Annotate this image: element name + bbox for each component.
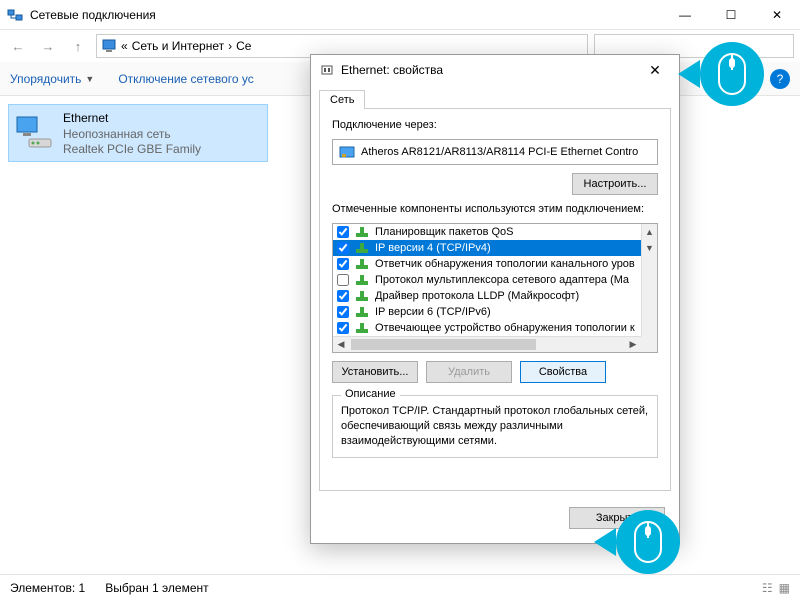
- breadcrumb-sep: ›: [228, 39, 232, 53]
- description-text: Протокол TCP/IP. Стандартный протокол гл…: [341, 404, 649, 449]
- component-label: Отвечающее устройство обнаружения тополо…: [375, 322, 635, 334]
- chevron-down-icon: ▼: [85, 74, 94, 84]
- component-checkbox[interactable]: [337, 290, 349, 302]
- scroll-right-icon[interactable]: ▶: [625, 337, 641, 352]
- protocol-icon: [355, 257, 369, 271]
- protocol-icon: [355, 225, 369, 239]
- component-checkbox[interactable]: [337, 258, 349, 270]
- uninstall-button: Удалить: [426, 361, 512, 383]
- ethernet-properties-dialog: Ethernet: свойства ✕ Сеть Подключение че…: [310, 54, 680, 544]
- component-checkbox[interactable]: [337, 274, 349, 286]
- window-close-button[interactable]: ✕: [754, 0, 800, 30]
- disable-label: Отключение сетевого ус: [118, 72, 253, 86]
- component-row[interactable]: Планировщик пакетов QoS: [333, 224, 641, 240]
- protocol-icon: [355, 273, 369, 287]
- connection-status: Неопознанная сеть: [63, 127, 201, 143]
- components-list[interactable]: Планировщик пакетов QoS IP версии 4 (TCP/…: [332, 223, 658, 353]
- dialog-titlebar: Ethernet: свойства ✕: [311, 55, 679, 85]
- configure-button[interactable]: Настроить...: [572, 173, 658, 195]
- minimize-button[interactable]: —: [662, 0, 708, 30]
- view-large-icon[interactable]: ▦: [779, 581, 790, 595]
- nav-forward-button[interactable]: →: [36, 34, 60, 58]
- component-row[interactable]: IP версии 6 (TCP/IPv6): [333, 304, 641, 320]
- window-title: Сетевые подключения: [30, 8, 662, 22]
- scroll-left-icon[interactable]: ◀: [333, 337, 349, 352]
- scroll-thumb[interactable]: [351, 339, 536, 350]
- component-label: Планировщик пакетов QoS: [375, 226, 514, 238]
- component-row[interactable]: Ответчик обнаружения топологии канальног…: [333, 256, 641, 272]
- component-row[interactable]: Драйвер протокола LLDP (Майкрософт): [333, 288, 641, 304]
- adapter-name: Atheros AR8121/AR8113/AR8114 PCI-E Ether…: [361, 146, 638, 158]
- connection-name: Ethernet: [63, 111, 201, 127]
- protocol-icon: [355, 305, 369, 319]
- status-selected: Выбран 1 элемент: [105, 581, 208, 595]
- breadcrumb-prefix: «: [121, 39, 128, 53]
- window-titlebar: Сетевые подключения — ☐ ✕: [0, 0, 800, 30]
- monitor-icon: [101, 38, 117, 54]
- help-icon[interactable]: ?: [770, 69, 790, 89]
- connection-icon: [15, 111, 55, 151]
- protocol-icon: [355, 241, 369, 255]
- adapter-box: Atheros AR8121/AR8113/AR8114 PCI-E Ether…: [332, 139, 658, 165]
- component-label: Ответчик обнаружения топологии канальног…: [375, 258, 635, 270]
- app-icon: [0, 7, 30, 23]
- disable-device-button[interactable]: Отключение сетевого ус: [118, 72, 253, 86]
- connection-device: Realtek PCIe GBE Family: [63, 142, 201, 158]
- component-checkbox[interactable]: [337, 226, 349, 238]
- organize-label: Упорядочить: [10, 72, 81, 86]
- connection-text: Ethernet Неопознанная сеть Realtek PCIe …: [63, 111, 201, 155]
- nav-up-button[interactable]: ↑: [66, 34, 90, 58]
- nav-back-button[interactable]: ←: [6, 34, 30, 58]
- dialog-tabs: Сеть: [311, 85, 679, 108]
- dialog-title: Ethernet: свойства: [341, 63, 443, 77]
- component-row[interactable]: Отвечающее устройство обнаружения тополо…: [333, 320, 641, 336]
- components-label: Отмеченные компоненты используются этим …: [332, 203, 658, 215]
- component-label: IP версии 6 (TCP/IPv6): [375, 306, 491, 318]
- component-checkbox[interactable]: [337, 322, 349, 334]
- breadcrumb-part1[interactable]: Сеть и Интернет: [132, 39, 224, 53]
- nic-icon: [339, 144, 355, 160]
- mouse-icon: [715, 52, 749, 96]
- component-row[interactable]: Протокол мультиплексора сетевого адаптер…: [333, 272, 641, 288]
- description-legend: Описание: [341, 388, 400, 400]
- status-count: Элементов: 1: [10, 581, 85, 595]
- component-label: IP версии 4 (TCP/IPv4): [375, 242, 491, 254]
- protocol-icon: [355, 289, 369, 303]
- tab-network[interactable]: Сеть: [319, 90, 365, 109]
- dialog-body: Подключение через: Atheros AR8121/AR8113…: [319, 108, 671, 491]
- connection-item[interactable]: Ethernet Неопознанная сеть Realtek PCIe …: [8, 104, 268, 162]
- maximize-button[interactable]: ☐: [708, 0, 754, 30]
- component-label: Драйвер протокола LLDP (Майкрософт): [375, 290, 579, 302]
- breadcrumb-part2[interactable]: Се: [236, 39, 251, 53]
- mouse-callout-top: [700, 42, 764, 106]
- organize-menu[interactable]: Упорядочить ▼: [10, 72, 94, 86]
- connect-via-label: Подключение через:: [332, 119, 658, 131]
- status-bar: Элементов: 1 Выбран 1 элемент ☷ ▦: [0, 574, 800, 600]
- vertical-scrollbar[interactable]: ▲ ▼: [641, 224, 657, 336]
- view-details-icon[interactable]: ☷: [762, 581, 773, 595]
- mouse-icon: [631, 520, 665, 564]
- component-label: Протокол мультиплексора сетевого адаптер…: [375, 274, 629, 286]
- component-checkbox[interactable]: [337, 242, 349, 254]
- scroll-corner: [641, 336, 657, 352]
- dialog-close-button[interactable]: ✕: [639, 58, 671, 82]
- mouse-callout-bottom: [616, 510, 680, 574]
- horizontal-scrollbar[interactable]: ◀ ▶: [333, 336, 641, 352]
- properties-button[interactable]: Свойства: [520, 361, 606, 383]
- install-button[interactable]: Установить...: [332, 361, 418, 383]
- description-group: Описание Протокол TCP/IP. Стандартный пр…: [332, 395, 658, 458]
- component-checkbox[interactable]: [337, 306, 349, 318]
- component-row[interactable]: IP версии 4 (TCP/IPv4): [333, 240, 641, 256]
- ethernet-icon: [319, 62, 335, 78]
- scroll-down-icon[interactable]: ▼: [642, 240, 657, 256]
- protocol-icon: [355, 321, 369, 335]
- scroll-up-icon[interactable]: ▲: [642, 224, 657, 240]
